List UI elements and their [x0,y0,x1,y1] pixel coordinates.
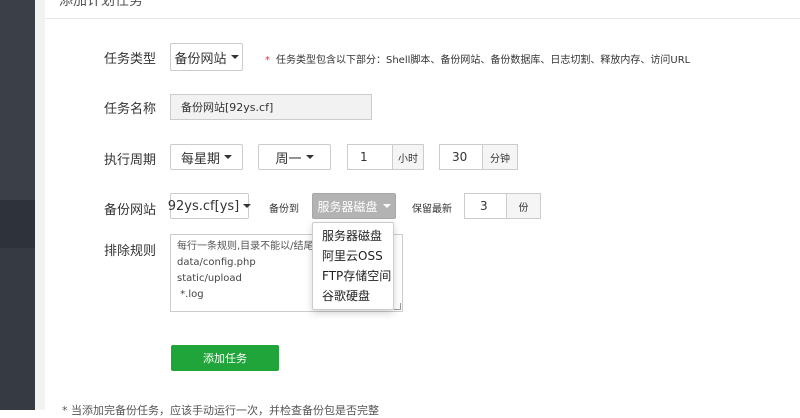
task-type-hint: * 任务类型包含以下部分：Shell脚本、备份网站、备份数据库、日志切割、释放内存… [265,51,690,66]
menu-item-aliyun-oss[interactable]: 阿里云OSS [313,246,393,266]
menu-item-server-disk[interactable]: 服务器磁盘 [313,226,393,246]
period-weekday-value: 周一 [275,151,302,167]
menu-item-google-drive[interactable]: 谷歌硬盘 [313,286,393,306]
backup-site-select[interactable]: 92ys.cf[ys] [167,193,252,219]
period-label: 执行周期 [103,153,156,168]
hour-input[interactable]: 1 [347,144,392,170]
footer-note: * 当添加完备份任务，应该手动运行一次，并检查备份包是否完整 [62,404,379,417]
dialog-header: 添加计划任务 [45,0,800,19]
minute-unit: 分钟 [482,144,518,170]
keep-latest-label: 保留最新 [412,204,452,215]
backup-site-value: 92ys.cf[ys] [167,198,240,214]
minute-input-group: 30 分钟 [439,144,518,170]
task-type-value: 备份网站 [174,51,227,67]
content-gutter [35,0,45,410]
sidebar [0,0,35,410]
backup-destination-value: 服务器磁盘 [317,199,378,214]
chevron-down-icon [224,155,232,159]
task-type-label: 任务类型 [103,52,156,67]
period-frequency-select[interactable]: 每星期 [170,144,243,170]
sidebar-lower [0,248,35,410]
backup-site-label: 备份网站 [103,203,156,218]
add-task-button[interactable]: 添加任务 [171,345,279,371]
backup-destination-menu: 服务器磁盘 阿里云OSS FTP存储空间 谷歌硬盘 [312,222,394,310]
task-name-label: 任务名称 [103,102,156,117]
chevron-down-icon [382,204,391,208]
chevron-down-icon [305,155,314,159]
keep-count-input[interactable]: 3 [464,193,506,219]
keep-count-input-group: 3 份 [464,193,541,219]
task-type-select[interactable]: 备份网站 [170,43,243,71]
task-name-input[interactable]: 备份网站[92ys.cf] [170,94,372,120]
chevron-down-icon [230,55,239,59]
exclude-rules-label: 排除规则 [103,244,156,259]
backup-to-label: 备份到 [269,204,299,215]
backup-destination-select[interactable]: 服务器磁盘 [312,193,396,219]
dialog-title: 添加计划任务 [59,0,143,9]
menu-item-ftp-storage[interactable]: FTP存储空间 [313,266,393,286]
sidebar-active-item[interactable] [0,200,35,248]
chevron-down-icon [243,204,252,208]
keep-count-unit: 份 [506,193,541,219]
task-type-hint-text: 任务类型包含以下部分：Shell脚本、备份网站、备份数据库、日志切割、释放内存、… [276,55,691,66]
hour-input-group: 1 小时 [347,144,424,170]
resize-handle-icon[interactable] [394,303,401,310]
required-star: * [265,55,270,66]
minute-input[interactable]: 30 [439,144,482,170]
task-name-value: 备份网站[92ys.cf] [181,101,274,114]
hour-unit: 小时 [392,144,424,170]
period-frequency-value: 每星期 [180,151,220,167]
period-weekday-select[interactable]: 周一 [258,144,331,170]
